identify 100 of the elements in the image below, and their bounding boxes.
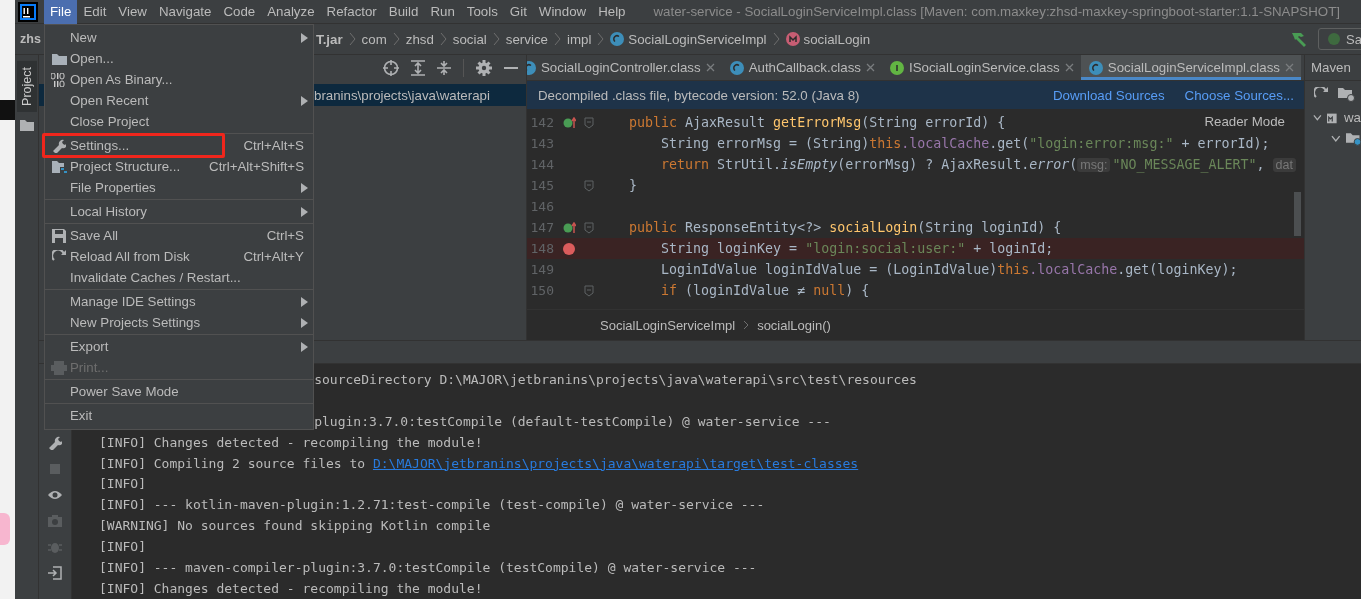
caret-icon[interactable]: [1331, 134, 1341, 143]
file-path-link[interactable]: D:\MAJOR\jetbranins\projects\java\waterapi\target\test-classes: [372, 455, 859, 471]
chevron-icon: [597, 32, 605, 46]
menu-item[interactable]: File: [44, 0, 78, 24]
menu-entry[interactable]: File Properties: [45, 177, 313, 198]
menu-entry[interactable]: Open Recent: [45, 90, 313, 111]
menu-entry[interactable]: Manage IDE Settings: [45, 291, 313, 312]
settings-icon[interactable]: [476, 60, 492, 76]
panel-title: Maven: [1305, 55, 1361, 81]
menu-item[interactable]: Code: [217, 0, 262, 24]
chevron-icon: [553, 32, 561, 46]
menu-entry[interactable]: Invalidate Caches / Restart...: [45, 267, 313, 288]
console-line: [INFO]: [99, 475, 146, 494]
caret-icon[interactable]: [1313, 113, 1322, 122]
structure-icon: [51, 159, 67, 174]
collapse-all-icon[interactable]: [437, 60, 451, 76]
code-line: return StrUtil.isEmpty(errorMsg) ? AjaxResult.error( msg: "NO_MESSAGE_ALERT", dat: [597, 157, 1298, 172]
editor-tab[interactable]: SocialLoginController.class: [527, 55, 722, 80]
menu-item[interactable]: Navigate: [152, 0, 218, 24]
breadcrumb-item[interactable]: com: [361, 31, 387, 47]
scrollbar-thumb[interactable]: [1294, 192, 1301, 236]
code-line: public AjaxResult getErrorMsg(String errorId) {: [628, 115, 1006, 130]
editor-tab[interactable]: ISocialLoginService.class: [882, 55, 1081, 80]
breadcrumb-item[interactable]: zhs: [20, 32, 41, 46]
window-title: water-service - SocialLoginServiceImpl.class [Maven: com.maxkey:zhsd-maxkey-springboot-starter:1.1-SNAPSHOT]: [653, 4, 1340, 19]
line-number: 144: [529, 157, 554, 172]
menu-item[interactable]: Refactor: [320, 0, 383, 24]
breadcrumb-item[interactable]: zhsd: [405, 31, 434, 47]
class-icon: [1088, 60, 1103, 75]
menu-entry[interactable]: New: [45, 27, 313, 48]
console-line: [WARNING] No sources found skipping Kotlin compile: [99, 517, 491, 536]
breadcrumb-item[interactable]: T.jar: [316, 31, 343, 47]
wrench-icon[interactable]: [48, 436, 62, 450]
breadcrumb-item[interactable]: SocialLoginServiceImpl: [628, 31, 767, 47]
console-line: [INFO]: [99, 538, 146, 557]
reload-icon[interactable]: [1314, 87, 1328, 101]
menu-entry[interactable]: Power Save Mode: [45, 381, 313, 402]
breadcrumb-item[interactable]: impl: [566, 31, 592, 47]
menu-entry[interactable]: New Projects Settings: [45, 312, 313, 333]
chevron-icon: [743, 320, 750, 330]
menu-item[interactable]: Tools: [460, 0, 504, 24]
editor-tab[interactable]: AuthCallback.class: [721, 55, 882, 80]
reader-mode-link[interactable]: Reader Mode: [1202, 114, 1287, 129]
console-line: [INFO] Changes detected - recompiling the module!: [99, 433, 483, 452]
menu-item[interactable]: View: [112, 0, 153, 24]
menu-item[interactable]: Git: [503, 0, 533, 24]
folder-icon: [51, 52, 67, 65]
close-icon[interactable]: [1064, 63, 1074, 72]
close-icon[interactable]: [705, 63, 715, 72]
console-line: [INFO] Compiling 2 source files to D:\MAJOR\jetbranins\projects\java\waterapi\target\test-classes: [99, 454, 859, 473]
console-line: sourceDirectory D:\MAJOR\jetbranins\projects\java\waterapi\src\test\resources: [314, 371, 917, 389]
menu-item[interactable]: Analyze: [261, 0, 321, 24]
dark-area: [0, 100, 15, 120]
folder-gear-icon[interactable]: [1338, 86, 1356, 102]
menu-entry[interactable]: Local History: [45, 201, 313, 222]
project-tab[interactable]: Project: [16, 61, 37, 112]
menu-item[interactable]: Window: [532, 0, 593, 24]
menu-item[interactable]: Help: [592, 0, 632, 24]
tree-item[interactable]: wa: [1344, 110, 1361, 125]
breadcrumb-item[interactable]: SocialLoginServiceImpl: [600, 317, 736, 333]
locate-icon[interactable]: [383, 60, 399, 76]
implements-icon[interactable]: [562, 116, 576, 129]
breadcrumb-item[interactable]: social: [452, 31, 487, 47]
menu-item[interactable]: Build: [382, 0, 425, 24]
chevron-icon: [348, 32, 356, 46]
line-number: 145: [529, 178, 554, 193]
breakpoint-icon[interactable]: [563, 242, 575, 255]
eye-icon[interactable]: [48, 488, 62, 502]
menu-entry[interactable]: Exit: [45, 405, 313, 426]
implements-icon[interactable]: [562, 221, 576, 234]
menu-entry[interactable]: Close Project: [45, 111, 313, 132]
menu-item[interactable]: Edit: [77, 0, 113, 24]
menu-entry[interactable]: Save All Ctrl+S: [45, 225, 313, 246]
save-icon: [52, 228, 66, 243]
menu-entry[interactable]: Open...: [45, 48, 313, 69]
folder-icon[interactable]: [19, 119, 34, 131]
menu-entry[interactable]: Open As Binary...: [45, 69, 313, 90]
exit-icon[interactable]: [48, 566, 62, 580]
expand-all-icon[interactable]: [411, 60, 425, 76]
banner-link[interactable]: Choose Sources...: [1184, 87, 1294, 103]
line-number: 147: [529, 220, 554, 235]
menu-entry[interactable]: Project Structure... Ctrl+Alt+Shift+S: [45, 156, 313, 177]
method-icon: [785, 32, 800, 46]
breadcrumb-item[interactable]: service: [505, 31, 548, 47]
chevron-icon: [492, 32, 500, 46]
banner-text: Decompiled .class file, bytecode version: 52.0 (Java 8): [538, 87, 861, 103]
chevron-icon: [772, 32, 780, 46]
breadcrumb-item[interactable]: socialLogin(): [757, 317, 831, 333]
menu-entry[interactable]: Settings... Ctrl+Alt+S: [45, 135, 313, 156]
menu-entry[interactable]: Reload All from Disk Ctrl+Alt+Y: [45, 246, 313, 267]
editor-tab[interactable]: SocialLoginServiceImpl.class: [1080, 55, 1301, 80]
shortcut-text: Ctrl+S: [266, 228, 304, 243]
banner-link[interactable]: Download Sources: [1053, 87, 1165, 103]
breadcrumb-item[interactable]: socialLogin: [803, 31, 871, 47]
code-line: String errorMsg = (String)this.localCache.get("login:error:msg:" + errorId);: [660, 136, 1270, 151]
close-icon[interactable]: [866, 63, 875, 72]
line-number: 148: [529, 241, 554, 256]
menu-item[interactable]: Run: [424, 0, 461, 24]
console-line: [INFO] --- maven-compiler-plugin:3.7.0:testCompile (testCompile) @ water-service ---: [99, 559, 757, 577]
menu-entry[interactable]: Export: [45, 336, 313, 357]
